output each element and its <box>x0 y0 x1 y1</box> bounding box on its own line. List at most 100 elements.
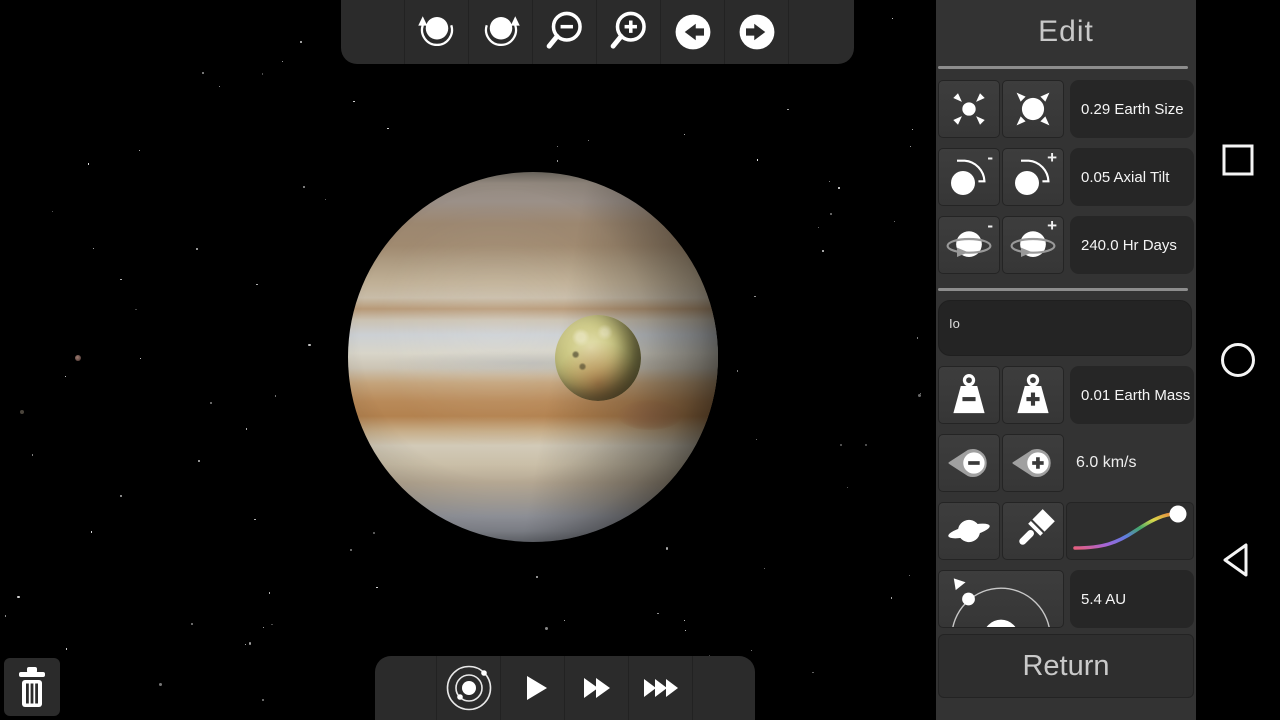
moon-io-selected[interactable] <box>555 315 641 401</box>
star <box>545 627 548 630</box>
star <box>918 394 921 397</box>
delete-body-button[interactable] <box>4 658 60 716</box>
size-decrease-button[interactable] <box>938 80 1000 138</box>
appearance-row <box>936 502 1196 560</box>
star <box>256 284 257 285</box>
star <box>891 597 892 598</box>
return-button[interactable]: Return <box>938 634 1194 698</box>
body-name-input[interactable] <box>938 300 1192 356</box>
star <box>353 101 354 102</box>
star <box>139 150 140 151</box>
rotate-left-icon <box>413 10 461 54</box>
star <box>912 129 913 130</box>
star <box>917 337 918 338</box>
star <box>557 160 558 161</box>
star <box>93 248 94 249</box>
edit-panel: Edit 0.29 Earth Size <box>936 0 1196 720</box>
star <box>120 495 121 496</box>
distant-star <box>20 410 24 414</box>
tilt-increase-button[interactable]: + <box>1002 148 1064 206</box>
zoom-in-icon <box>606 8 652 56</box>
plus-mark: + <box>1047 148 1057 168</box>
planet-jupiter[interactable] <box>348 172 718 542</box>
toolbar-spacer <box>341 0 405 64</box>
star <box>246 428 247 429</box>
speed-minus-icon <box>945 440 993 486</box>
tilt-decrease-button[interactable]: - <box>938 148 1000 206</box>
star <box>135 309 136 310</box>
camera-toolbar <box>341 0 854 64</box>
mass-increase-button[interactable] <box>1002 366 1064 424</box>
star <box>865 444 866 445</box>
star <box>737 370 738 371</box>
star <box>120 279 121 280</box>
star <box>840 444 842 446</box>
play-button[interactable] <box>501 656 565 720</box>
star <box>66 648 67 649</box>
star <box>536 576 538 578</box>
orbit-distance-value: 5.4 AU <box>1070 570 1194 628</box>
star <box>373 532 375 534</box>
previous-body-button[interactable] <box>661 0 725 64</box>
star <box>91 531 92 532</box>
android-nav-bar <box>1196 0 1280 720</box>
star <box>140 358 141 359</box>
star <box>684 620 685 621</box>
fastest-forward-button[interactable] <box>629 656 693 720</box>
home-circle-icon <box>1219 341 1257 379</box>
rotate-right-icon <box>477 10 525 54</box>
velocity-decrease-button[interactable] <box>938 434 1000 492</box>
orbit-distance-button[interactable] <box>938 570 1064 628</box>
speed-plus-icon <box>1009 440 1057 486</box>
star <box>88 163 89 164</box>
size-increase-button[interactable] <box>1002 80 1064 138</box>
rotate-right-button[interactable] <box>469 0 533 64</box>
rotate-left-button[interactable] <box>405 0 469 64</box>
paint-brush-icon <box>1009 507 1057 555</box>
back-button[interactable] <box>1216 538 1260 582</box>
fast-forward-button[interactable] <box>565 656 629 720</box>
orbit-view-button[interactable] <box>437 656 501 720</box>
day-decrease-button[interactable]: - <box>938 216 1000 274</box>
zoom-in-button[interactable] <box>597 0 661 64</box>
panel-title: Edit <box>936 0 1196 64</box>
star <box>263 627 264 628</box>
velocity-value: 6.0 km/s <box>1076 434 1136 492</box>
star <box>262 73 263 74</box>
next-body-button[interactable] <box>725 0 789 64</box>
home-button[interactable] <box>1216 338 1260 382</box>
orbit-lines-icon <box>443 662 495 714</box>
star <box>65 376 66 377</box>
star <box>32 454 33 455</box>
shrink-planet-icon <box>947 87 991 131</box>
back-triangle-icon <box>1220 542 1256 578</box>
axial-tilt-row: - + 0.05 Axial Tilt <box>936 148 1196 206</box>
day-increase-button[interactable]: + <box>1002 216 1064 274</box>
zoom-out-icon <box>542 8 588 56</box>
mass-decrease-button[interactable] <box>938 366 1000 424</box>
toolbar-spacer <box>693 656 755 720</box>
star <box>920 393 921 394</box>
size-value: 0.29 Earth Size <box>1070 80 1194 138</box>
day-length-value: 240.0 Hr Days <box>1070 216 1194 274</box>
orbit-distance-icon <box>939 570 1063 628</box>
time-toolbar <box>375 656 755 720</box>
velocity-increase-button[interactable] <box>1002 434 1064 492</box>
star <box>657 613 658 614</box>
recents-button[interactable] <box>1216 138 1260 182</box>
zoom-out-button[interactable] <box>533 0 597 64</box>
distant-body[interactable] <box>75 355 81 361</box>
paint-button[interactable] <box>1002 502 1064 560</box>
star <box>191 623 193 625</box>
star <box>756 439 757 440</box>
star <box>838 187 840 189</box>
star <box>751 650 752 651</box>
star <box>275 395 276 396</box>
orbit-distance-row: 5.4 AU <box>936 570 1196 628</box>
star <box>5 615 6 616</box>
day-length-row: - + 240.0 Hr Days <box>936 216 1196 274</box>
planet-type-button[interactable] <box>938 502 1000 560</box>
star <box>219 86 220 87</box>
velocity-row: 6.0 km/s <box>936 434 1196 492</box>
color-curve-button[interactable] <box>1066 502 1194 560</box>
